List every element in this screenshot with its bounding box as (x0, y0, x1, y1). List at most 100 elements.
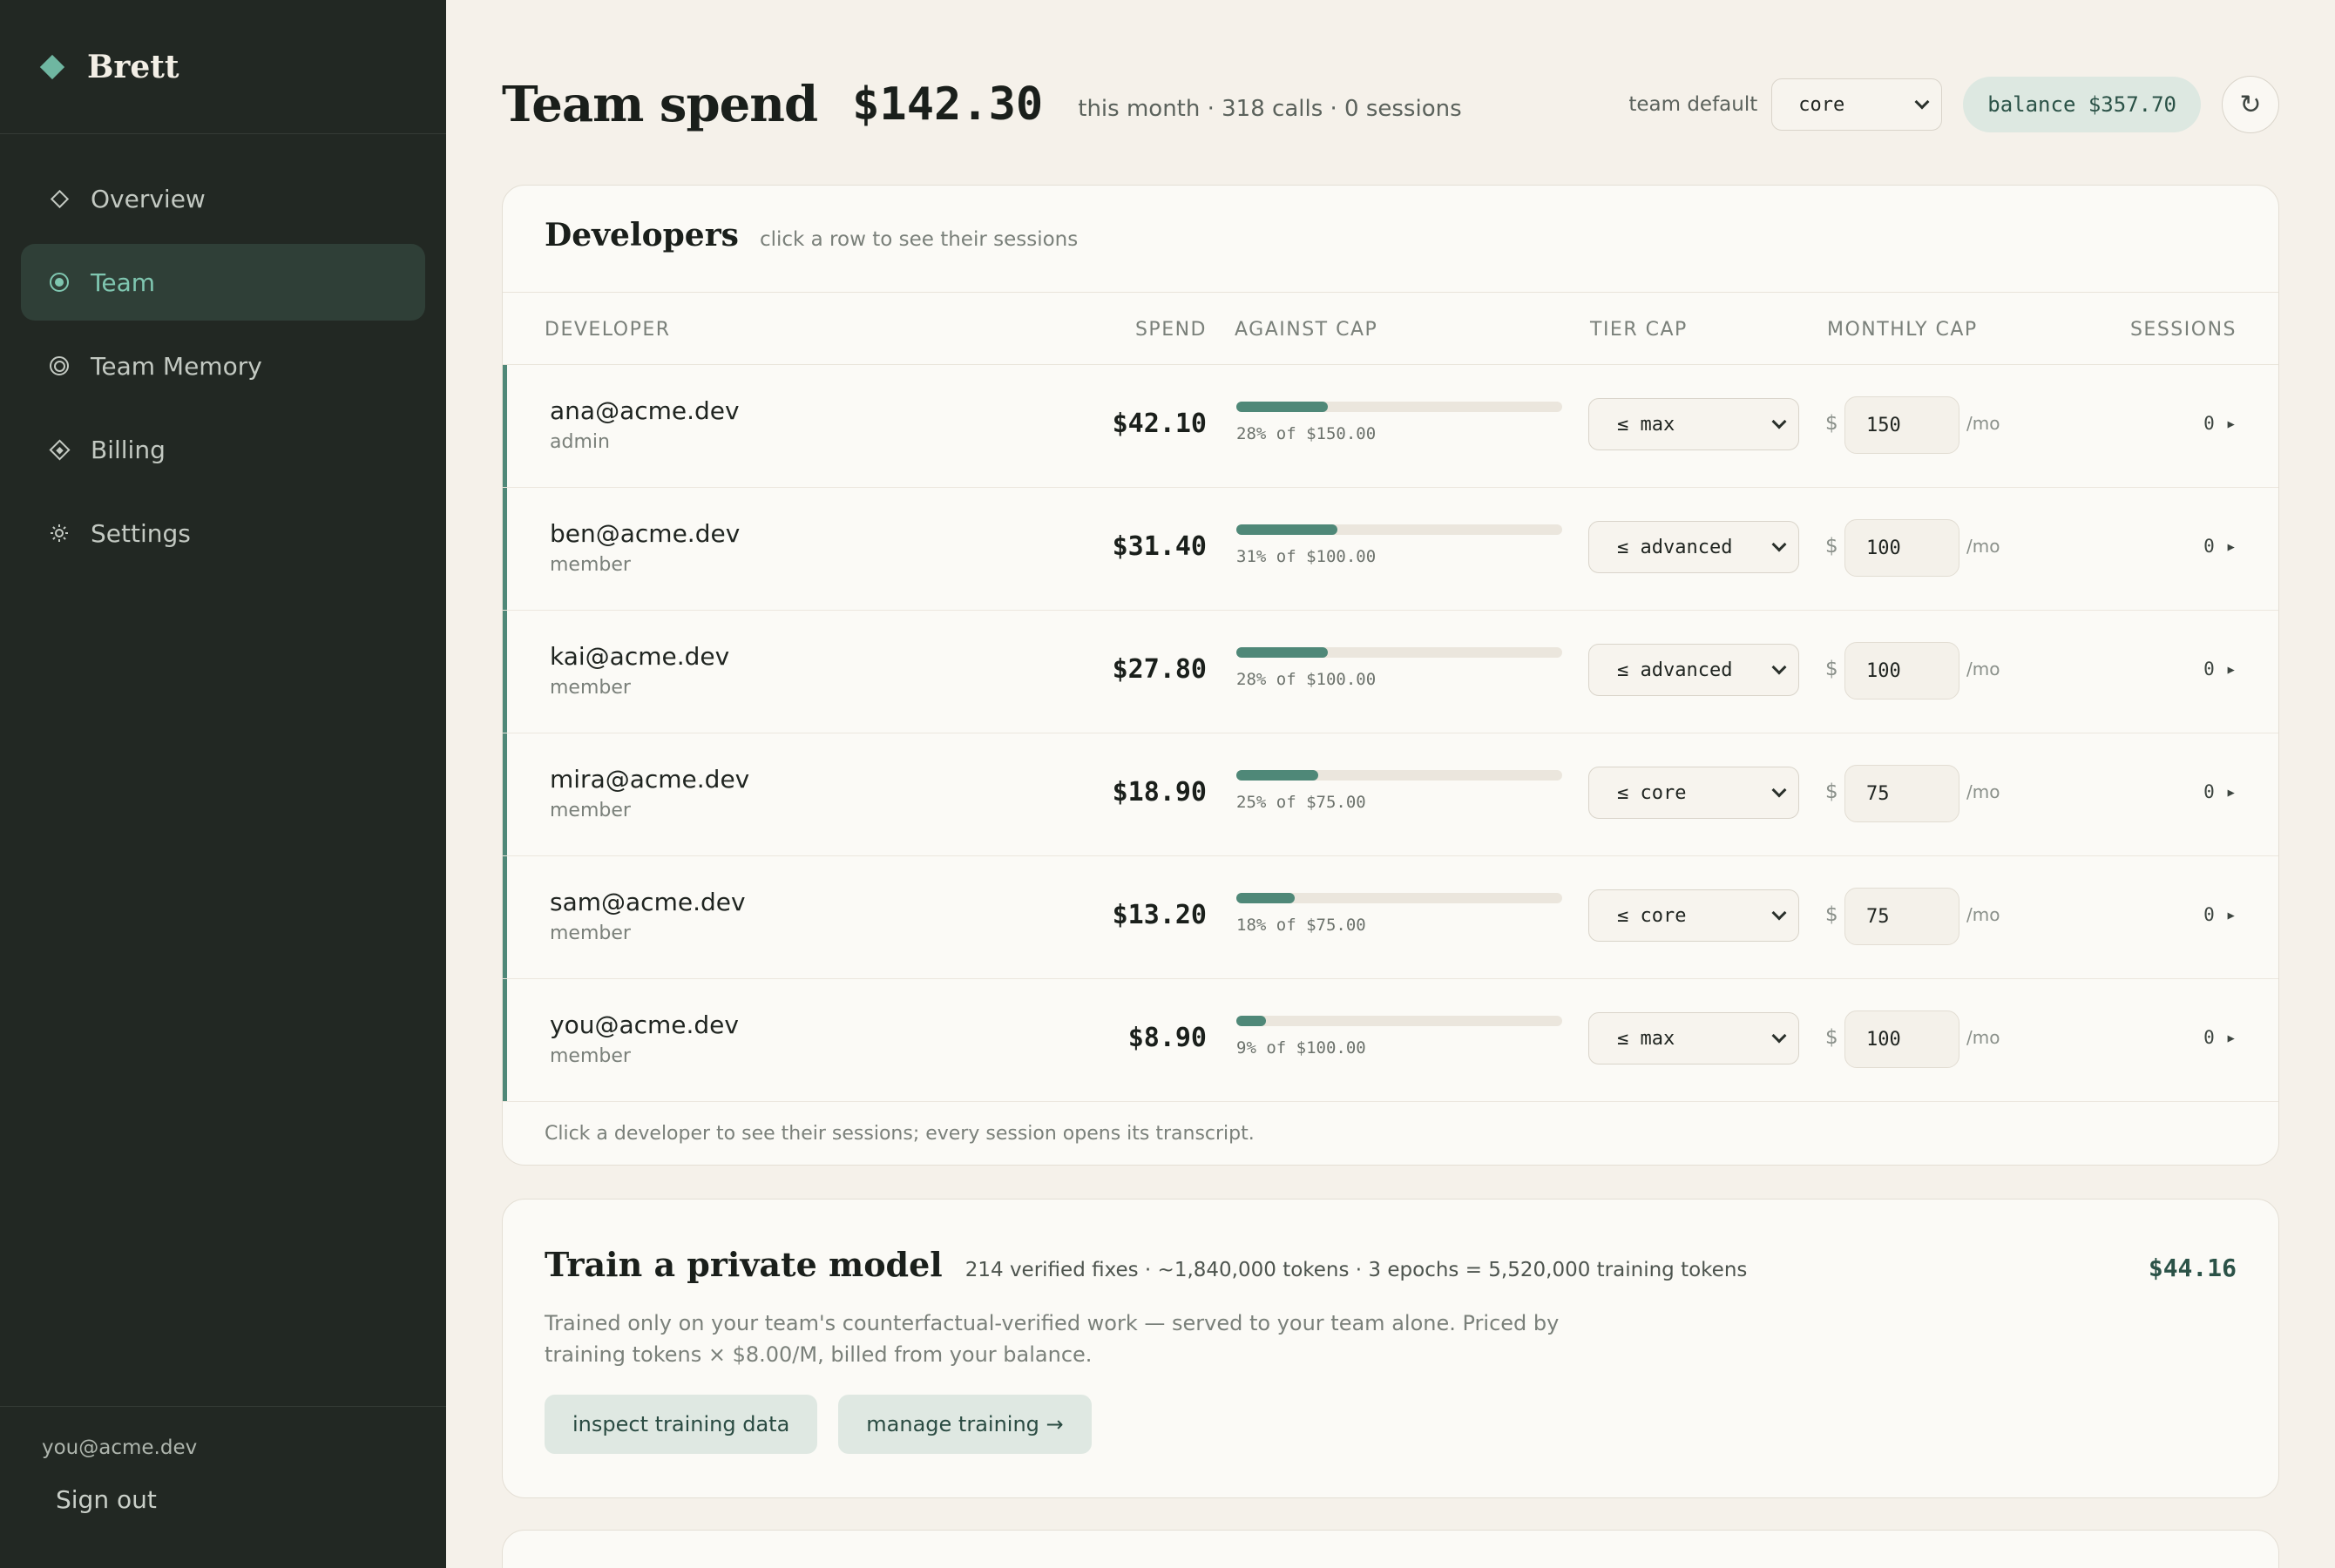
developer-email: you@acme.dev (550, 1010, 739, 1039)
team-default-label: team default (1628, 93, 1758, 116)
currency-symbol: $ (1825, 658, 1838, 680)
sidebar-item-label: Team (91, 267, 156, 297)
developer-role: admin (550, 431, 610, 453)
developer-role: member (550, 800, 631, 821)
sidebar-item-overview[interactable]: Overview (21, 160, 425, 237)
brand-name: Brett (87, 48, 179, 85)
session-count[interactable]: 0 ▸ (2203, 1027, 2237, 1048)
cap-progress-fill (1236, 1016, 1266, 1026)
chevron-down-icon (1771, 1028, 1787, 1044)
sidebar-item-team-memory[interactable]: Team Memory (21, 328, 425, 404)
table-row[interactable]: kai@acme.dev member $27.80 28% of $100.0… (503, 611, 2278, 733)
brand[interactable]: Brett (0, 0, 446, 134)
currency-symbol: $ (1825, 1026, 1838, 1049)
table-row[interactable]: ben@acme.dev member $31.40 31% of $100.0… (503, 488, 2278, 611)
training-actions: inspect training data manage training → (545, 1395, 1113, 1454)
balance-badge: balance $357.70 (1963, 77, 2201, 132)
per-month-label: /mo (1966, 904, 2000, 925)
refresh-button[interactable]: ↻ (2222, 76, 2279, 133)
sign-out-button[interactable]: Sign out (56, 1485, 446, 1514)
developer-rows: ana@acme.dev admin $42.10 28% of $150.00… (503, 365, 2278, 1102)
chevron-down-icon (1771, 537, 1787, 552)
developer-spend: $42.10 (1112, 409, 1207, 439)
current-user-email: you@acme.dev (42, 1436, 198, 1459)
header-controls: team default core balance $357.70 ↻ (1628, 76, 2279, 133)
sidebar-item-label: Billing (91, 435, 166, 464)
monthly-cap-input[interactable]: 100 (1844, 519, 1959, 577)
chevron-down-icon (1914, 94, 1930, 110)
brand-diamond-icon (39, 54, 65, 79)
tier-cap-select[interactable]: ≤ advanced (1588, 521, 1799, 573)
sidebar-footer: you@acme.dev Sign out (0, 1406, 446, 1568)
table-row[interactable]: you@acme.dev member $8.90 9% of $100.00 … (503, 979, 2278, 1102)
inspect-training-data-button[interactable]: inspect training data (545, 1395, 818, 1454)
session-count[interactable]: 0 ▸ (2203, 781, 2237, 802)
table-row[interactable]: mira@acme.dev member $18.90 25% of $75.0… (503, 733, 2278, 856)
developers-subtitle: click a row to see their sessions (759, 228, 1079, 251)
sidebar-item-label: Team Memory (91, 351, 262, 381)
table-header: DEVELOPER SPEND AGAINST CAP TIER CAP MON… (503, 292, 2278, 365)
cap-progress-bar (1236, 647, 1562, 658)
per-month-label: /mo (1966, 536, 2000, 557)
developer-email: ben@acme.dev (550, 519, 741, 548)
session-count[interactable]: 0 ▸ (2203, 659, 2237, 679)
chevron-down-icon (1771, 782, 1787, 798)
team-default-select[interactable]: core (1771, 78, 1943, 131)
cap-progress-bar (1236, 1016, 1562, 1026)
cap-progress-fill (1236, 647, 1328, 658)
developer-email: sam@acme.dev (550, 888, 746, 916)
developer-email: kai@acme.dev (550, 642, 730, 671)
per-month-label: /mo (1966, 659, 2000, 679)
column-header-developer: DEVELOPER (545, 319, 671, 341)
table-row[interactable]: sam@acme.dev member $13.20 18% of $75.00… (503, 856, 2278, 979)
sidebar-item-team[interactable]: Team (21, 244, 425, 321)
total-spend: $142.30 (852, 78, 1044, 131)
currency-symbol: $ (1825, 535, 1838, 558)
next-card (502, 1530, 2279, 1568)
tier-cap-select[interactable]: ≤ core (1588, 767, 1799, 819)
table-row[interactable]: ana@acme.dev admin $42.10 28% of $150.00… (503, 365, 2278, 488)
developer-role: member (550, 554, 631, 576)
cap-progress-fill (1236, 524, 1337, 535)
developer-role: member (550, 677, 631, 699)
sidebar-nav: Overview Team Team Memory Billing Settin… (0, 134, 446, 571)
tier-cap-value: ≤ core (1617, 781, 1687, 804)
cap-progress-label: 9% of $100.00 (1236, 1038, 1366, 1058)
diamond-icon (49, 188, 70, 209)
developer-email: ana@acme.dev (550, 396, 740, 425)
developers-card-header: Developers click a row to see their sess… (503, 186, 2278, 253)
cap-progress-label: 25% of $75.00 (1236, 793, 1366, 812)
manage-training-button[interactable]: manage training → (838, 1395, 1092, 1454)
gear-icon (49, 523, 70, 544)
training-price: $44.16 (2148, 1254, 2237, 1282)
tier-cap-select[interactable]: ≤ max (1588, 1012, 1799, 1064)
monthly-cap-input[interactable]: 150 (1844, 396, 1959, 454)
tier-cap-select[interactable]: ≤ max (1588, 398, 1799, 450)
session-count[interactable]: 0 ▸ (2203, 904, 2237, 925)
radio-dot-icon (49, 272, 70, 293)
cap-progress-bar (1236, 402, 1562, 412)
column-header-tier-cap: TIER CAP (1590, 319, 1688, 341)
cap-progress-label: 28% of $100.00 (1236, 670, 1377, 689)
tier-cap-select[interactable]: ≤ advanced (1588, 644, 1799, 696)
training-header: Train a private model 214 verified fixes… (545, 1245, 1747, 1284)
developer-email: mira@acme.dev (550, 765, 750, 794)
tier-cap-value: ≤ advanced (1617, 536, 1733, 558)
column-header-spend: SPEND (1134, 319, 1207, 341)
training-card: Train a private model 214 verified fixes… (502, 1199, 2279, 1498)
session-count[interactable]: 0 ▸ (2203, 413, 2237, 434)
monthly-cap-input[interactable]: 100 (1844, 642, 1959, 700)
monthly-cap-input[interactable]: 75 (1844, 765, 1959, 822)
sidebar-item-billing[interactable]: Billing (21, 411, 425, 488)
per-month-label: /mo (1966, 781, 2000, 802)
sidebar-item-settings[interactable]: Settings (21, 495, 425, 571)
session-count[interactable]: 0 ▸ (2203, 536, 2237, 557)
currency-symbol: $ (1825, 903, 1838, 926)
currency-symbol: $ (1825, 412, 1838, 435)
monthly-cap-input[interactable]: 100 (1844, 1010, 1959, 1068)
tier-cap-select[interactable]: ≤ core (1588, 889, 1799, 942)
sidebar: Brett Overview Team Team Memory Billing (0, 0, 446, 1568)
monthly-cap-input[interactable]: 75 (1844, 888, 1959, 945)
chevron-down-icon (1771, 905, 1787, 921)
main-content: Team spend $142.30 this month · 318 call… (446, 0, 2335, 1568)
